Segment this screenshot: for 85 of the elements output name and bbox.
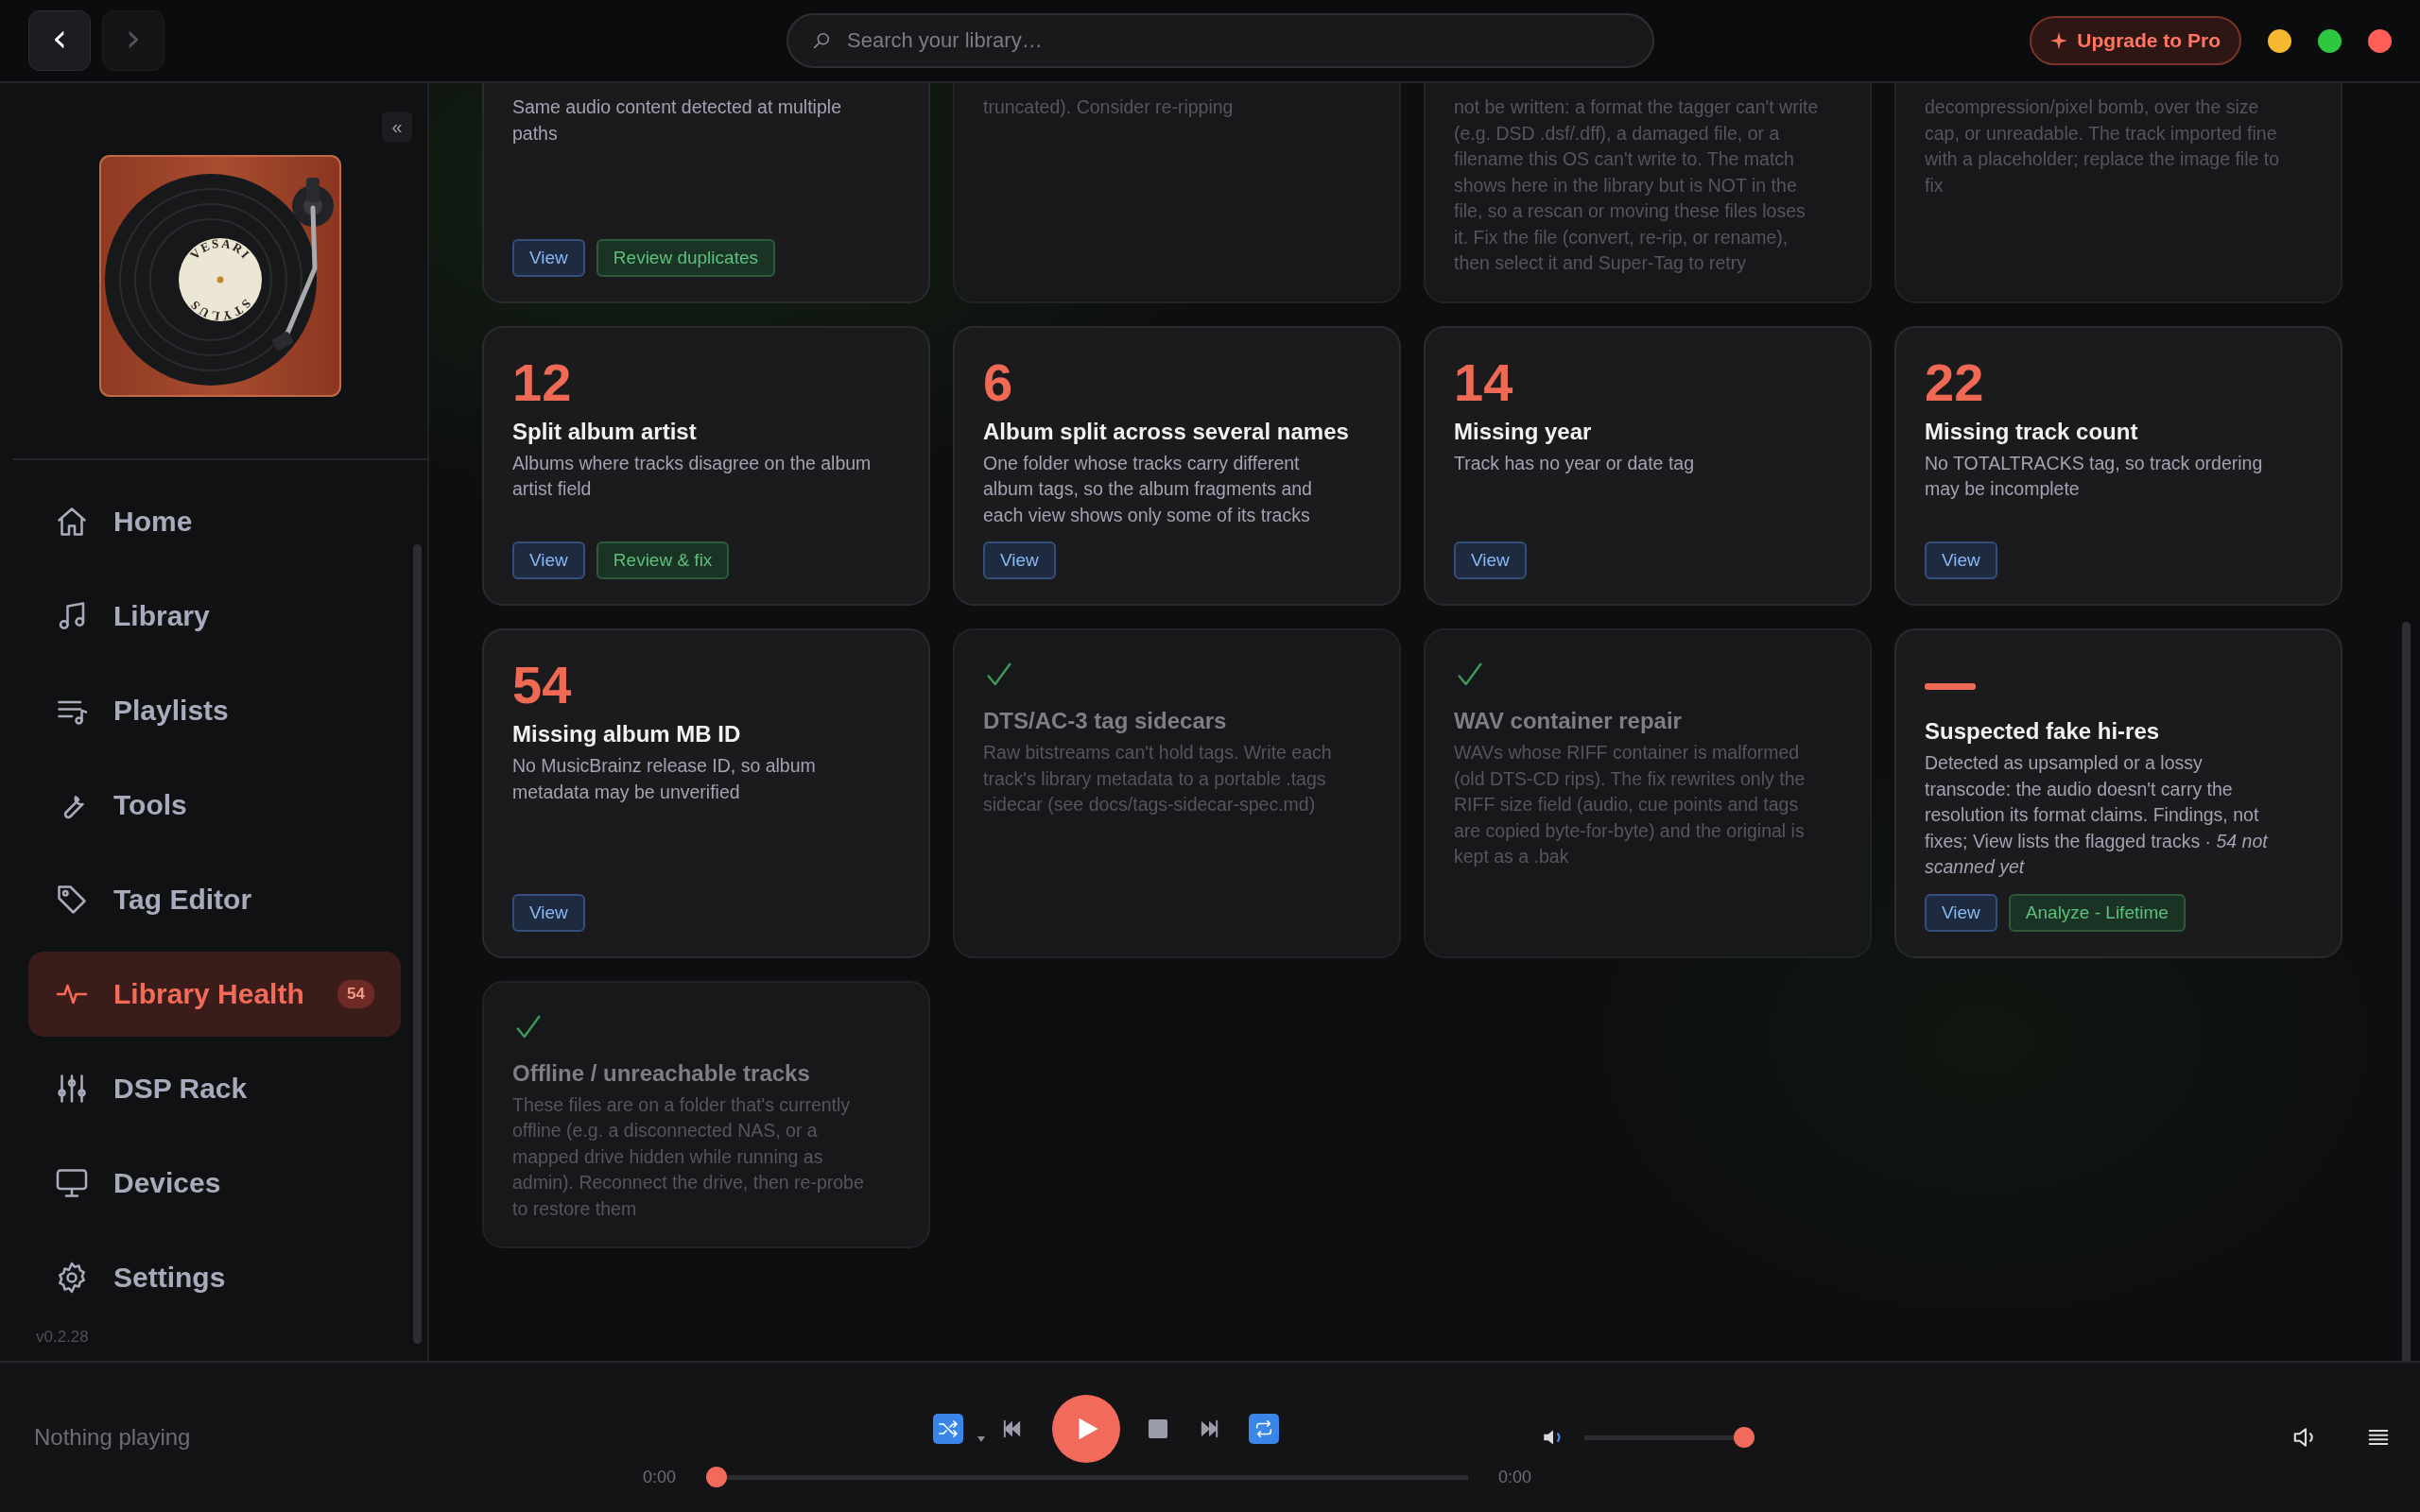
- card-title: DTS/AC-3 tag sidecars: [983, 708, 1228, 734]
- sidebar-label: Playlists: [113, 695, 230, 727]
- sidebar-item[interactable]: Settings: [28, 1235, 401, 1320]
- repeat-button[interactable]: [1249, 1414, 1279, 1444]
- action-button[interactable]: Review duplicates: [596, 238, 775, 277]
- card-description: not be written: a format the tagger can't write (e.g. DSD .dsf/.dff), a damaged file, or a filename this OS can't write to. The match shows here in the library but is NOT in the file, so a rescan or moving these files loses it. Fix the file (convert, re-rip, or rename), then select it and Super-Tag to retry: [1454, 95, 1820, 275]
- action-button[interactable]: Review & fix: [596, 541, 730, 579]
- home-icon: [55, 505, 89, 539]
- view-button[interactable]: View: [1454, 541, 1527, 579]
- issue-count: 12: [512, 355, 573, 409]
- stop-icon: [1147, 1418, 1169, 1440]
- monitor-icon: [55, 1166, 89, 1200]
- sidebar-label: Tag Editor: [113, 884, 253, 916]
- card-title: WAV container repair: [1454, 708, 1683, 734]
- shuffle-icon: [937, 1418, 959, 1440]
- card-description: decompression/pixel bomb, over the size cap, or unreadable. The track imported fine with a placeholder; replace the image file to fix: [1925, 95, 2281, 198]
- sidebar-item[interactable]: Devices: [28, 1141, 401, 1226]
- sidebar-item[interactable]: Tools: [28, 763, 401, 848]
- card-title: Missing album MB ID: [512, 721, 742, 747]
- sidebar-item[interactable]: Home: [28, 479, 401, 564]
- sidebar-label: Library: [113, 600, 211, 632]
- view-button[interactable]: View: [512, 541, 585, 579]
- version-label: v0.2.28: [35, 1327, 90, 1347]
- stop-button[interactable]: [1147, 1418, 1169, 1440]
- issue-count: 6: [983, 355, 1014, 409]
- sidebar-item[interactable]: Library Health 54: [28, 952, 401, 1037]
- sidebar-item[interactable]: Playlists: [28, 668, 401, 753]
- issue-count: 14: [1454, 355, 1514, 409]
- sparkle-icon: [2050, 32, 2068, 49]
- issue-count: 54: [512, 659, 573, 712]
- count-badge: 54: [337, 980, 374, 1008]
- scrollbar[interactable]: [413, 544, 422, 1344]
- upgrade-button[interactable]: Upgrade to Pro: [2030, 16, 2241, 65]
- sidebar-label: Tools: [113, 789, 188, 821]
- card-description: Detected as upsampled or a lossy transcode: the audio doesn't carry the resolution its format claims. Findings, not fixes; View lists the flagged tracks · 54 not scanned yet: [1925, 751, 2270, 879]
- card-title: Split album artist: [512, 418, 698, 445]
- card-description: Raw bitstreams can't hold tags. Write each track's library metadata to a portable .tags sidecar (see docs/tags-sidecar-spec.md): [983, 741, 1333, 816]
- sliders-icon: [55, 1072, 89, 1106]
- card-title: Missing year: [1454, 418, 1593, 445]
- sidebar-item[interactable]: Library: [28, 574, 401, 659]
- sidebar-label: DSP Rack: [113, 1073, 249, 1105]
- collapse-button[interactable]: «: [382, 112, 412, 142]
- tag-icon: [55, 883, 89, 917]
- repeat-icon: [1253, 1418, 1274, 1439]
- elapsed-time: 0:00: [643, 1467, 677, 1487]
- back-button[interactable]: ‹: [28, 10, 91, 71]
- view-button[interactable]: View: [512, 893, 585, 932]
- window-control[interactable]: [2318, 28, 2342, 53]
- sidebar-label: Settings: [113, 1262, 227, 1294]
- sidebar-item[interactable]: Tag Editor: [28, 857, 401, 942]
- card-description: Albums where tracks disagree on the album artist field: [512, 451, 873, 501]
- shuffle-button[interactable]: [933, 1414, 963, 1444]
- view-button[interactable]: View: [512, 238, 585, 277]
- card-description: These files are on a folder that's currently offline (e.g. a disconnected NAS, or a mapped drive hidden while running as admin). Reconnect the drive, then re-probe to restore them: [512, 1092, 865, 1221]
- dash-icon: [1925, 683, 1976, 690]
- card-description: WAVs whose RIFF container is malformed (old DTS-CD rips). The fix rewrites only the RIFF size field (audio, cue points and tags are copied byte-for-byte) and the original is kept as a .bak: [1454, 741, 1806, 868]
- card-description: Track has no year or date tag: [1454, 451, 1695, 475]
- window-control[interactable]: [2268, 28, 2291, 53]
- card-description: No MusicBrainz release ID, so album metadata may be unverified: [512, 754, 817, 804]
- view-button[interactable]: View: [1925, 893, 1997, 932]
- card-title: Missing track count: [1925, 418, 2139, 445]
- sidebar-label: Library Health: [113, 978, 305, 1010]
- issue-count: 22: [1925, 355, 1985, 409]
- slider-thumb[interactable]: [1734, 1427, 1754, 1448]
- scrollbar[interactable]: [2402, 622, 2411, 1361]
- card-description: truncated). Consider re-ripping: [983, 95, 1235, 119]
- caret-icon[interactable]: [977, 1435, 986, 1443]
- duration-time: 0:00: [1497, 1467, 1531, 1487]
- now-playing-text: Nothing playing: [33, 1424, 192, 1451]
- search-icon: [811, 30, 832, 51]
- card-description: No TOTALTRACKS tag, so track ordering may be incomplete: [1925, 451, 2264, 501]
- action-button[interactable]: Analyze - Lifetime: [2008, 893, 2186, 932]
- card-title: Offline / unreachable tracks: [512, 1059, 811, 1087]
- card-title: Album split across several names: [983, 418, 1350, 445]
- card-title: Suspected fake hi-res: [1925, 718, 2161, 745]
- view-button[interactable]: View: [1925, 541, 1997, 579]
- sidebar-item[interactable]: DSP Rack: [28, 1046, 401, 1131]
- view-button[interactable]: View: [983, 541, 1056, 579]
- window-control[interactable]: [2368, 28, 2392, 53]
- slider-thumb[interactable]: [706, 1467, 728, 1487]
- card-description: Same audio content detected at multiple paths: [512, 95, 842, 146]
- card-description: One folder whose tracks carry different album tags, so the album fragments and each view shows only some of its tracks: [983, 451, 1313, 527]
- search-field[interactable]: Search your library…: [786, 13, 1654, 68]
- sidebar-label: Home: [113, 506, 194, 538]
- sidebar-label: Devices: [113, 1167, 222, 1199]
